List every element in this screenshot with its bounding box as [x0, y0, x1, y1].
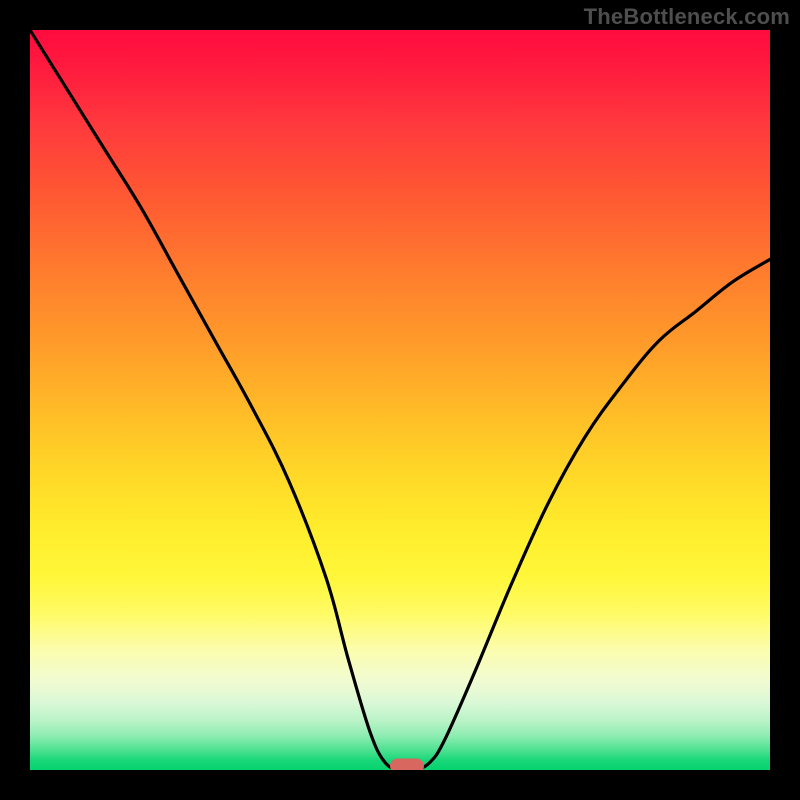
watermark-text: TheBottleneck.com [584, 4, 790, 30]
bottleneck-curve [30, 30, 770, 770]
plot-area [30, 30, 770, 770]
optimal-marker [390, 759, 424, 770]
chart-frame: TheBottleneck.com [0, 0, 800, 800]
